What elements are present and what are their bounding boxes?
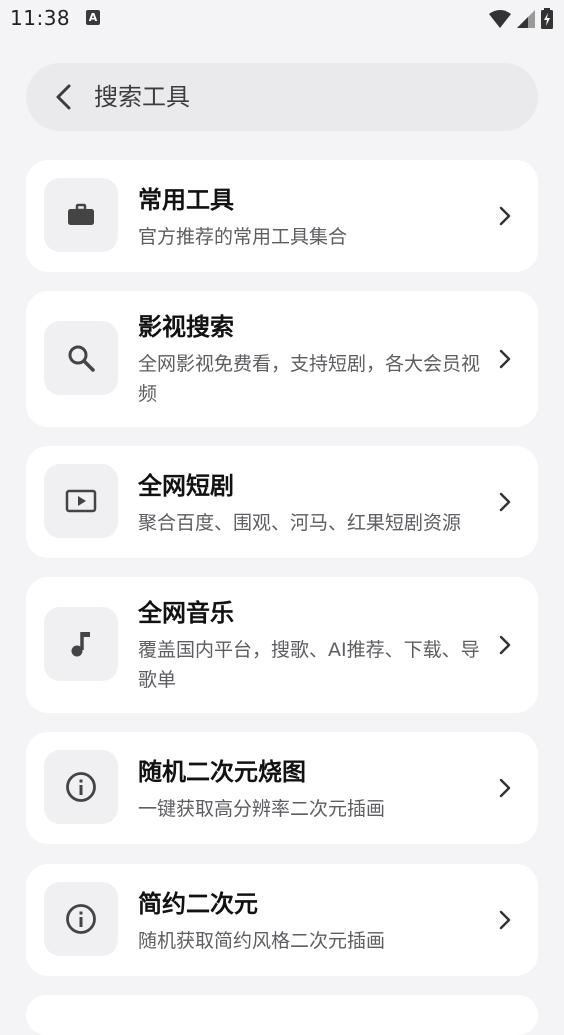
tool-description: 全网影视免费看，支持短剧，各大会员视频 [138, 353, 481, 405]
search-icon [68, 345, 95, 372]
status-bar: 11:38 A [0, 0, 564, 38]
tool-card-music[interactable]: 全网音乐 覆盖国内平台，搜歌、AI推荐、下载、导歌单 [26, 577, 538, 713]
tool-card-video-search[interactable]: 影视搜索 全网影视免费看，支持短剧，各大会员视频 [26, 291, 538, 427]
video-play-icon [65, 489, 97, 513]
chevron-right-icon [499, 635, 511, 655]
tool-card-partial[interactable] [26, 995, 538, 1035]
signal-icon [517, 10, 535, 28]
tool-icon-box [44, 607, 118, 681]
briefcase-icon [68, 203, 94, 225]
info-icon [66, 904, 96, 934]
status-indicators [488, 8, 554, 30]
tool-title: 影视搜索 [138, 313, 234, 341]
tool-icon-box [44, 464, 118, 538]
search-label[interactable]: 搜索工具 [94, 82, 190, 112]
tool-title: 随机二次元烧图 [138, 758, 306, 786]
tool-title: 常用工具 [138, 186, 234, 214]
search-bar[interactable]: 搜索工具 [26, 63, 538, 131]
status-time: 11:38 [10, 6, 71, 30]
info-icon [66, 772, 96, 802]
tool-card-short-dramas[interactable]: 全网短剧 聚合百度、围观、河马、红果短剧资源 [26, 446, 538, 558]
chevron-right-icon [499, 778, 511, 798]
tool-description: 官方推荐的常用工具集合 [138, 226, 348, 248]
tool-icon-box [44, 750, 118, 824]
tool-description: 一键获取高分辨率二次元插画 [138, 798, 386, 820]
chevron-right-icon [499, 206, 511, 226]
tool-title: 全网短剧 [138, 472, 234, 500]
tool-title: 全网音乐 [138, 599, 234, 627]
tool-title: 简约二次元 [138, 890, 258, 918]
tool-icon-box [44, 321, 118, 395]
tool-icon-box [44, 178, 118, 252]
tool-description: 聚合百度、围观、河马、红果短剧资源 [138, 512, 462, 534]
chevron-left-icon[interactable] [50, 82, 80, 112]
tool-icon-box [44, 882, 118, 956]
music-note-icon [71, 632, 90, 657]
tool-card-simple-anime[interactable]: 简约二次元 随机获取简约风格二次元插画 [26, 864, 538, 976]
chevron-right-icon [499, 349, 511, 369]
tool-card-random-anime[interactable]: 随机二次元烧图 一键获取高分辨率二次元插画 [26, 732, 538, 844]
tool-card-common-tools[interactable]: 常用工具 官方推荐的常用工具集合 [26, 160, 538, 272]
tool-description: 覆盖国内平台，搜歌、AI推荐、下载、导歌单 [138, 639, 480, 691]
battery-icon [541, 8, 553, 29]
notification-a-icon: A [86, 10, 100, 25]
chevron-right-icon [499, 492, 511, 512]
chevron-right-icon [499, 910, 511, 930]
tool-description: 随机获取简约风格二次元插画 [138, 930, 386, 952]
wifi-icon [489, 10, 511, 28]
